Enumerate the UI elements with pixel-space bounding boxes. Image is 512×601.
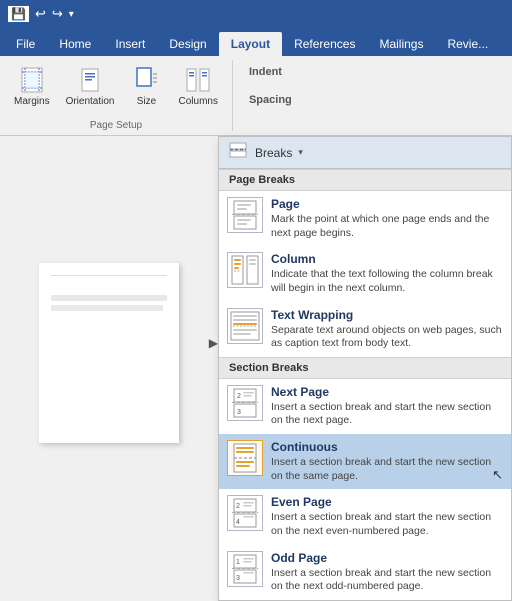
ribbon-group-page-setup: Margins Orientation xyxy=(0,60,233,131)
breaks-label: Breaks xyxy=(255,146,292,160)
margins-button[interactable]: Margins xyxy=(8,60,56,112)
odd-page-icon: 1 3 xyxy=(227,551,263,587)
breaks-dropdown: Breaks ▾ Page Breaks Page Mark the p xyxy=(218,136,512,601)
tab-design[interactable]: Design xyxy=(157,32,218,56)
breaks-icon xyxy=(229,142,247,163)
svg-text:2: 2 xyxy=(236,503,240,510)
text-wrapping-item[interactable]: Text Wrapping Separate text around objec… xyxy=(219,302,511,357)
continuous-title: Continuous xyxy=(271,440,503,454)
spacing-label: Spacing xyxy=(249,94,292,106)
breaks-arrow-icon: ▾ xyxy=(298,147,303,158)
save-icon[interactable]: 💾 xyxy=(8,6,29,22)
odd-page-title: Odd Page xyxy=(271,551,503,565)
next-page-title: Next Page xyxy=(271,385,503,399)
next-page-text: Next Page Insert a section break and sta… xyxy=(271,385,503,428)
odd-page-text: Odd Page Insert a section break and star… xyxy=(271,551,503,594)
column-break-item[interactable]: Column Indicate that the text following … xyxy=(219,246,511,301)
page-break-text: Page Mark the point at which one page en… xyxy=(271,197,503,240)
redo-button[interactable]: ↪ xyxy=(52,6,63,22)
indent-label: Indent xyxy=(249,66,292,78)
column-break-title: Column xyxy=(271,252,503,266)
page-break-item[interactable]: Page Mark the point at which one page en… xyxy=(219,191,511,246)
continuous-item[interactable]: Continuous Insert a section break and st… xyxy=(219,434,511,489)
even-page-desc: Insert a section break and start the new… xyxy=(271,511,503,538)
svg-text:1: 1 xyxy=(236,559,240,566)
columns-button[interactable]: Columns xyxy=(173,60,224,112)
orientation-icon xyxy=(74,64,106,96)
page-break-title: Page xyxy=(271,197,503,211)
next-page-icon: 2 3 xyxy=(227,385,263,421)
text-wrapping-icon xyxy=(227,308,263,344)
continuous-text: Continuous Insert a section break and st… xyxy=(271,440,503,483)
text-wrapping-text: Text Wrapping Separate text around objec… xyxy=(271,308,503,351)
page-breaks-header: Page Breaks xyxy=(219,169,511,191)
even-page-title: Even Page xyxy=(271,495,503,509)
text-wrapping-title: Text Wrapping xyxy=(271,308,503,322)
even-page-text: Even Page Insert a section break and sta… xyxy=(271,495,503,538)
svg-text:2: 2 xyxy=(237,393,241,400)
tab-home[interactable]: Home xyxy=(47,32,103,56)
columns-icon xyxy=(182,64,214,96)
section-breaks-header: Section Breaks xyxy=(219,357,511,379)
continuous-desc: Insert a section break and start the new… xyxy=(271,456,503,483)
odd-page-item[interactable]: 1 3 Odd Page Insert a section break and … xyxy=(219,545,511,600)
margins-icon xyxy=(16,64,48,96)
svg-text:3: 3 xyxy=(236,575,240,582)
next-page-desc: Insert a section break and start the new… xyxy=(271,401,503,428)
odd-page-desc: Insert a section break and start the new… xyxy=(271,567,503,594)
main-area: ▶ Breaks ▾ Page Breaks xyxy=(0,136,512,550)
size-button[interactable]: Size xyxy=(125,60,169,112)
even-page-icon: 2 4 xyxy=(227,495,263,531)
tab-mailings[interactable]: Mailings xyxy=(367,32,435,56)
text-wrapping-desc: Separate text around objects on web page… xyxy=(271,324,503,351)
cursor-icon: ↖ xyxy=(492,467,503,483)
next-page-item[interactable]: 2 3 Next Page Insert a section break and… xyxy=(219,379,511,434)
tab-layout[interactable]: Layout xyxy=(219,32,282,56)
svg-text:4: 4 xyxy=(236,519,240,526)
page-break-desc: Mark the point at which one page ends an… xyxy=(271,213,503,240)
columns-label: Columns xyxy=(179,96,218,108)
ribbon-tabs: File Home Insert Design Layout Reference… xyxy=(0,28,512,56)
continuous-icon xyxy=(227,440,263,476)
size-icon xyxy=(131,64,163,96)
tab-references[interactable]: References xyxy=(282,32,367,56)
undo-button[interactable]: ↩ xyxy=(35,6,46,22)
tab-file[interactable]: File xyxy=(4,32,47,56)
page-break-icon xyxy=(227,197,263,233)
even-page-item[interactable]: 2 4 Even Page Insert a section break and… xyxy=(219,489,511,544)
ribbon: Margins Orientation xyxy=(0,56,512,136)
page-setup-label: Page Setup xyxy=(90,118,142,131)
orientation-button[interactable]: Orientation xyxy=(60,60,121,112)
tab-review[interactable]: Revie... xyxy=(435,32,500,56)
document-area: ▶ xyxy=(0,136,218,550)
svg-text:3: 3 xyxy=(237,409,241,416)
customize-button[interactable]: ▾ xyxy=(69,9,74,20)
column-break-icon xyxy=(227,252,263,288)
column-break-desc: Indicate that the text following the col… xyxy=(271,268,503,295)
margins-label: Margins xyxy=(14,96,50,108)
breaks-button[interactable]: Breaks ▾ xyxy=(219,137,511,169)
title-bar: 💾 ↩ ↪ ▾ xyxy=(0,0,512,28)
orientation-label: Orientation xyxy=(66,96,115,108)
column-break-text: Column Indicate that the text following … xyxy=(271,252,503,295)
document-page xyxy=(39,263,179,443)
size-label: Size xyxy=(137,96,156,108)
tab-insert[interactable]: Insert xyxy=(103,32,157,56)
